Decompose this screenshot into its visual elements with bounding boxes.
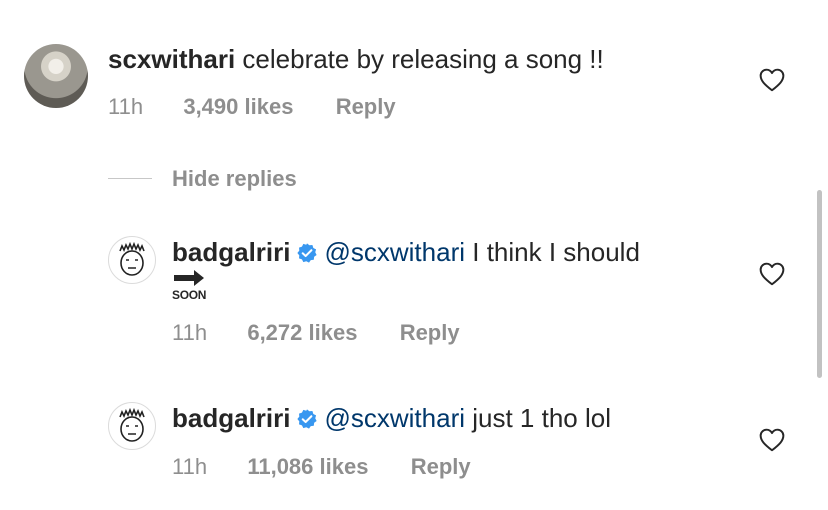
reply-likes[interactable]: 11,086 likes xyxy=(247,454,368,479)
comment-likes[interactable]: 3,490 likes xyxy=(183,94,293,119)
like-heart-icon[interactable] xyxy=(759,262,785,286)
reply-avatar[interactable] xyxy=(108,402,156,450)
scrollbar-thumb[interactable] xyxy=(817,190,822,378)
verified-badge-icon xyxy=(297,243,318,263)
reply-reply-button[interactable]: Reply xyxy=(411,454,471,479)
comment-reply-button[interactable]: Reply xyxy=(336,94,396,119)
comment-username[interactable]: scxwithari xyxy=(108,44,235,74)
like-heart-icon[interactable] xyxy=(759,428,785,452)
reply-meta: 11h 6,272 likes Reply xyxy=(172,320,460,346)
reply-username[interactable]: badgalriri xyxy=(172,403,290,433)
reply-username[interactable]: badgalriri xyxy=(172,237,290,267)
reply-meta: 11h 11,086 likes Reply xyxy=(172,454,471,480)
reply-text: I think I should xyxy=(472,237,640,267)
comment-text: celebrate by releasing a song !! xyxy=(242,44,604,74)
commenter-avatar[interactable] xyxy=(24,44,88,108)
reply-reply-button[interactable]: Reply xyxy=(400,320,460,345)
doodle-face-icon xyxy=(119,407,145,442)
comment-body: scxwithari celebrate by releasing a song… xyxy=(108,44,604,74)
replies-divider xyxy=(108,178,152,179)
reply-body: badgalriri @scxwithari I think I should xyxy=(172,237,640,267)
reply-text: just 1 tho lol xyxy=(472,403,611,433)
comment-time: 11h xyxy=(108,94,144,119)
soon-sticker-label: SOON xyxy=(172,288,207,302)
comment-meta: 11h 3,490 likes Reply xyxy=(108,94,396,120)
reply-likes[interactable]: 6,272 likes xyxy=(247,320,357,345)
like-heart-icon[interactable] xyxy=(759,68,785,92)
verified-badge-icon xyxy=(297,409,318,429)
reply-mention[interactable]: @scxwithari xyxy=(324,237,465,267)
hide-replies-button[interactable]: Hide replies xyxy=(172,166,297,192)
reply-time: 11h xyxy=(172,454,208,479)
doodle-face-icon xyxy=(119,241,145,276)
reply-mention[interactable]: @scxwithari xyxy=(324,403,465,433)
reply-body: badgalriri @scxwithari just 1 tho lol xyxy=(172,403,611,433)
reply-avatar[interactable] xyxy=(108,236,156,284)
reply-time: 11h xyxy=(172,320,208,345)
